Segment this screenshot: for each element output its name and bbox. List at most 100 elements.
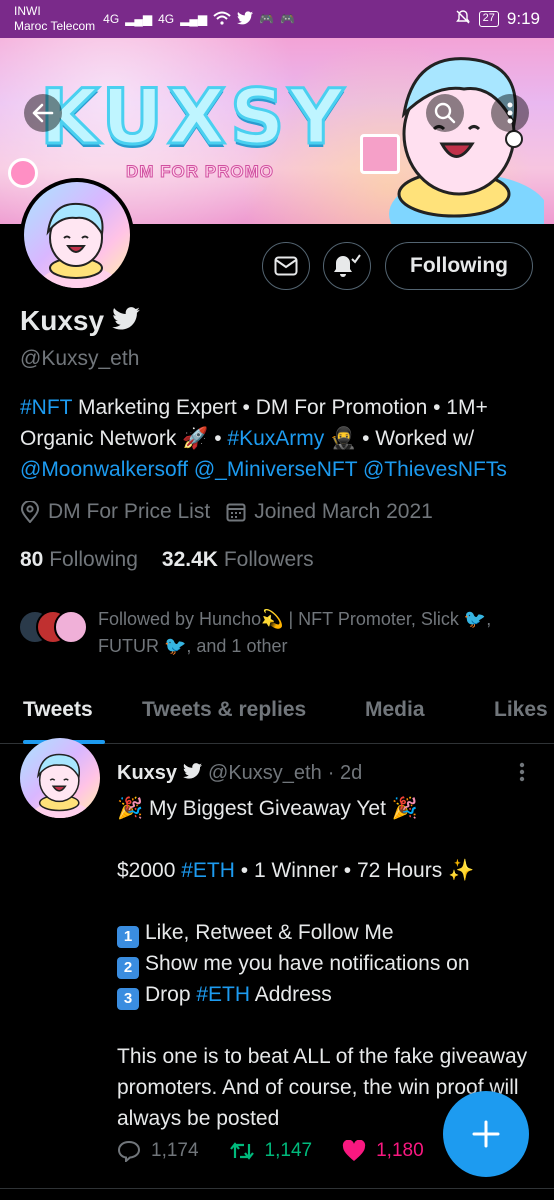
heart-icon bbox=[342, 1140, 366, 1161]
wifi-icon bbox=[213, 11, 231, 28]
followers-count-link[interactable]: 32.4K Followers bbox=[162, 548, 314, 572]
profile-avatar[interactable] bbox=[20, 178, 134, 292]
join-date: Joined March 2021 bbox=[226, 500, 433, 524]
vertical-dots-icon bbox=[519, 762, 525, 782]
status-right: 27 9:19 bbox=[455, 9, 540, 30]
following-label: Following bbox=[49, 548, 138, 571]
reply-count: 1,174 bbox=[151, 1140, 199, 1161]
keycap-3-icon: 3 bbox=[117, 988, 139, 1010]
tweet-step-3: 3 Drop #ETH Address bbox=[117, 979, 537, 1010]
status-icons: 4G ▂▄▆ 4G ▂▄▆ 🎮 🎮 bbox=[103, 10, 296, 28]
tab-media[interactable]: Media bbox=[365, 684, 425, 744]
tab-likes[interactable]: Likes bbox=[494, 684, 548, 744]
following-button[interactable]: Following bbox=[385, 242, 533, 290]
hashtag-eth-2[interactable]: #ETH bbox=[196, 983, 250, 1006]
hashtag-kuxarmy[interactable]: #KuxArmy bbox=[227, 427, 324, 450]
tweet-actions: 1,174 1,147 1,180 bbox=[117, 1140, 424, 1162]
notifications-button[interactable] bbox=[323, 242, 371, 290]
tweet-step-2-text: Show me you have notifications on bbox=[145, 952, 470, 975]
battery-icon: 27 bbox=[478, 11, 499, 27]
tab-tweets[interactable]: Tweets bbox=[23, 684, 105, 744]
game-icon-2: 🎮 bbox=[280, 12, 296, 26]
like-button[interactable]: 1,180 bbox=[342, 1140, 424, 1162]
tweet-step-1: 1 Like, Retweet & Follow Me bbox=[117, 917, 537, 948]
like-count: 1,180 bbox=[376, 1140, 424, 1161]
carrier-info: INWI Maroc Telecom bbox=[14, 4, 95, 34]
tweet-step-1-text: Like, Retweet & Follow Me bbox=[145, 921, 394, 944]
profile-name-row: Kuxsy bbox=[20, 305, 140, 337]
join-date-text: Joined March 2021 bbox=[254, 500, 433, 523]
retweet-count: 1,147 bbox=[264, 1140, 313, 1161]
status-bar: INWI Maroc Telecom 4G ▂▄▆ 4G ▂▄▆ 🎮 🎮 27 … bbox=[0, 0, 554, 38]
followed-by[interactable]: Followed by Huncho💫 | NFT Promoter, Slic… bbox=[18, 606, 548, 660]
signal-icon-2: ▂▄▆ bbox=[180, 12, 208, 26]
followers-label: Followers bbox=[223, 548, 314, 571]
tweet-step-2: 2 Show me you have notifications on bbox=[117, 948, 537, 979]
tweet-prize-details: • 1 Winner • 72 Hours ✨ bbox=[234, 859, 475, 882]
following-count: 80 bbox=[20, 548, 44, 571]
tweet-author-handle[interactable]: @Kuxsy_eth bbox=[208, 762, 322, 785]
tweet-header: Kuxsy @Kuxsy_eth · 2d bbox=[117, 762, 362, 785]
retweet-button[interactable]: 1,147 bbox=[229, 1140, 313, 1162]
plus-icon bbox=[472, 1120, 500, 1148]
banner-title: KUXSY bbox=[39, 71, 348, 163]
followers-count: 32.4K bbox=[161, 548, 218, 571]
profile-meta: DM For Price List Joined March 2021 bbox=[20, 500, 433, 524]
twitter-bird-icon bbox=[112, 307, 140, 335]
reply-button[interactable]: 1,174 bbox=[117, 1140, 199, 1162]
reply-icon bbox=[117, 1140, 141, 1162]
tab-tweets-replies[interactable]: Tweets & replies bbox=[142, 684, 306, 744]
carrier-name-2: Maroc Telecom bbox=[14, 19, 96, 33]
tab-tweets-label: Tweets bbox=[23, 698, 93, 721]
profile-handle: @Kuxsy_eth bbox=[20, 347, 140, 370]
mention-miniverse[interactable]: @_MiniverseNFT bbox=[194, 458, 357, 481]
location-text: DM For Price List bbox=[48, 500, 211, 523]
mini-avatar-3 bbox=[54, 610, 88, 644]
tweet-text: 🎉 My Biggest Giveaway Yet 🎉 $2000 #ETH •… bbox=[117, 793, 537, 1134]
mention-moonwalkers[interactable]: @Moonwalkersoff bbox=[20, 458, 188, 481]
keycap-1-icon: 1 bbox=[117, 926, 139, 948]
tweet-author-name[interactable]: Kuxsy bbox=[117, 762, 177, 785]
compose-tweet-button[interactable] bbox=[443, 1091, 529, 1177]
mail-icon bbox=[274, 256, 298, 276]
tweet-spacer bbox=[117, 1010, 537, 1041]
location-icon bbox=[20, 501, 40, 523]
banner-subtitle: DM FOR PROMO bbox=[126, 162, 274, 182]
followed-by-text: Followed by Huncho💫 | NFT Promoter, Slic… bbox=[98, 609, 492, 656]
tab-tweets-replies-label: Tweets & replies bbox=[142, 698, 307, 721]
tweet-more-options-button[interactable] bbox=[512, 762, 532, 782]
signal-label-2: 4G bbox=[158, 12, 175, 26]
hashtag-eth[interactable]: #ETH bbox=[181, 859, 235, 882]
game-icon: 🎮 bbox=[259, 12, 275, 26]
profile-bio: #NFT Marketing Expert • DM For Promotion… bbox=[20, 392, 540, 485]
avatar-character-illustration bbox=[39, 202, 119, 288]
location: DM For Price List bbox=[20, 500, 210, 524]
hashtag-nft[interactable]: #NFT bbox=[20, 396, 72, 419]
back-button[interactable] bbox=[24, 94, 62, 132]
twitter-notification-icon bbox=[237, 10, 254, 28]
calendar-icon bbox=[226, 503, 246, 522]
mention-thieves[interactable]: @ThievesNFTs bbox=[363, 458, 507, 481]
tab-likes-label: Likes bbox=[494, 698, 548, 721]
bio-text-2: 🥷 • Worked w/ bbox=[324, 427, 475, 450]
banner-character-illustration bbox=[389, 57, 544, 224]
clock: 9:19 bbox=[506, 9, 540, 28]
tweet-divider bbox=[0, 1188, 554, 1189]
tweet-avatar-illustration bbox=[31, 753, 92, 818]
banner-candy-decoration bbox=[8, 158, 38, 188]
signal-icon: ▂▄▆ bbox=[125, 12, 153, 26]
carrier-name-1: INWI bbox=[14, 4, 41, 18]
mute-icon bbox=[455, 9, 471, 30]
followed-by-avatars bbox=[18, 606, 88, 648]
more-options-button[interactable] bbox=[491, 94, 529, 132]
tweet-step-3-post: Address bbox=[250, 983, 332, 1006]
twitter-bird-icon bbox=[183, 762, 203, 785]
signal-label-1: 4G bbox=[103, 12, 120, 26]
avatar bbox=[24, 182, 130, 288]
profile-tabs: Tweets Tweets & replies Media Likes bbox=[0, 684, 554, 744]
following-count-link[interactable]: 80 Following bbox=[20, 548, 138, 572]
tweet-line-title: 🎉 My Biggest Giveaway Yet 🎉 bbox=[117, 797, 418, 820]
search-button[interactable] bbox=[426, 94, 464, 132]
tweet-avatar[interactable] bbox=[20, 738, 100, 818]
message-button[interactable] bbox=[262, 242, 310, 290]
